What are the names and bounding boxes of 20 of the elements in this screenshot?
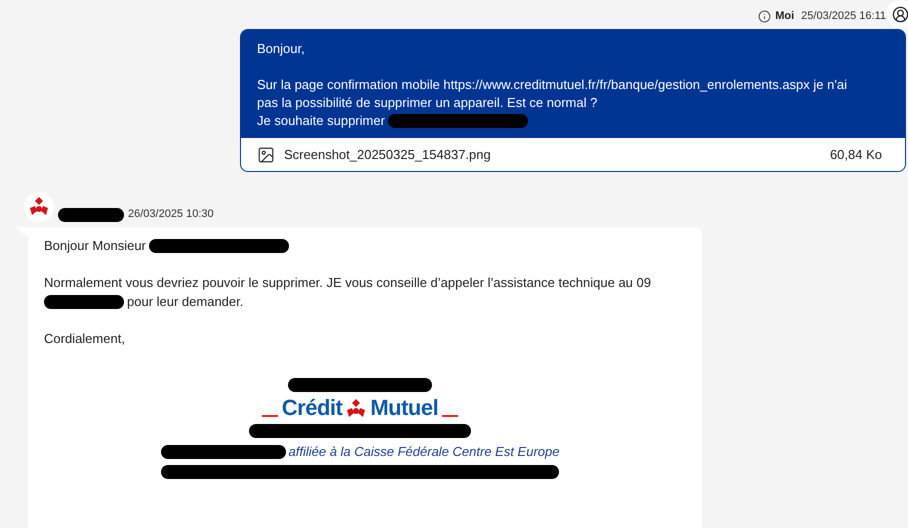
attachment-name: Screenshot_20250325_154837.png — [284, 146, 492, 164]
affiliation-text: affiliée à la Caisse Fédérale Centre Est Europe — [288, 443, 560, 461]
message-text: Bonjour, — [257, 40, 305, 58]
logo-text: Crédit — [282, 396, 342, 420]
message-time: 25/03/2025 16:11 — [801, 8, 886, 24]
message-text: Normalement vous devriez pouvoir le supprimer. JE vous conseille d’appeler l’assistance technique au 09 — [44, 274, 651, 292]
attachment-row[interactable]: Screenshot_20250325_154837.png 60,84 Ko — [241, 138, 905, 171]
message-text: pour leur demander. — [127, 293, 244, 311]
message-text: Sur la page confirmation mobile https://www.creditmutuel.fr/fr/banque/gestion_enrolements.aspx je n'ai pas la possibilité de supprimer un appareil. Est ce normal ? — [257, 76, 848, 112]
message-text: Je souhaite supprimer — [257, 112, 385, 130]
attachment-size: 60,84 Ko — [830, 146, 882, 164]
logo-text: Mutuel — [370, 396, 438, 420]
message-text: Cordialement, — [44, 330, 125, 348]
image-icon — [257, 146, 275, 164]
message-text: Bonjour Monsieur — [44, 237, 146, 255]
info-icon[interactable] — [758, 10, 772, 22]
redaction-bar — [58, 208, 124, 222]
author-name: Moi — [775, 8, 794, 24]
user-icon — [892, 6, 908, 22]
message-time: 26/03/2025 10:30 — [128, 206, 214, 222]
